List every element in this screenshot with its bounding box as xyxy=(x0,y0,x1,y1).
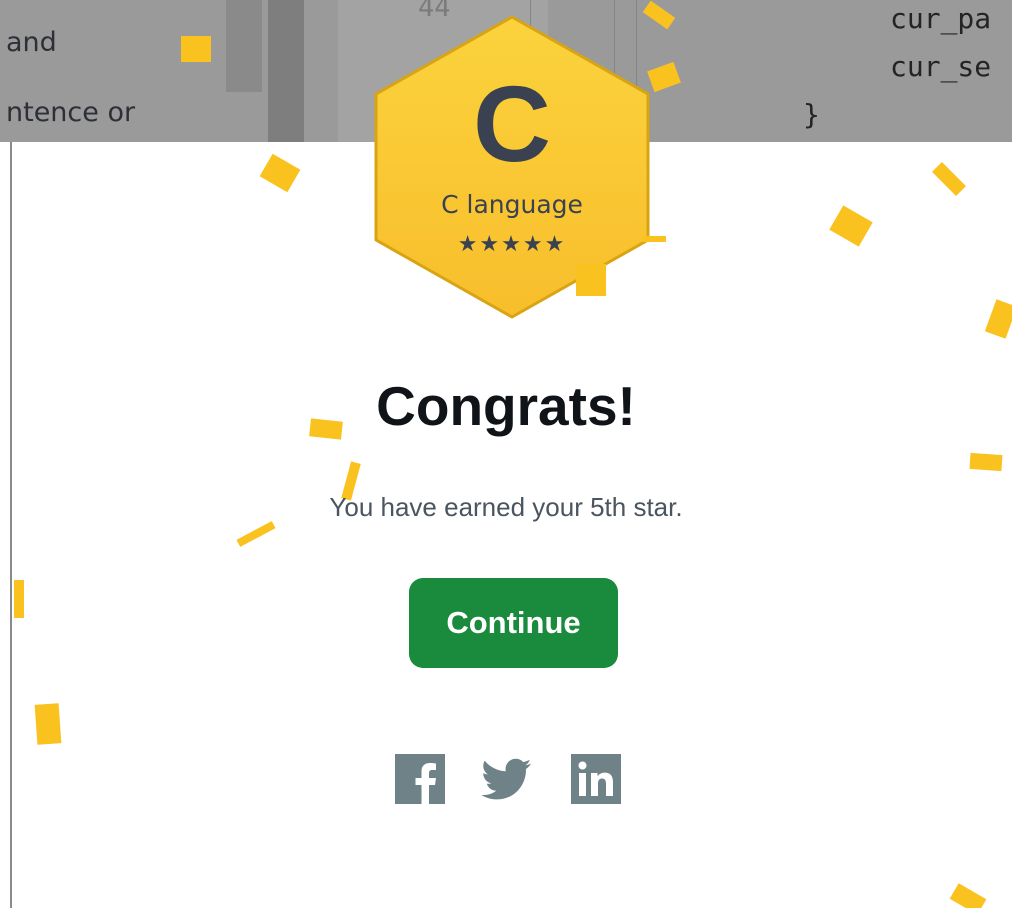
background-panel xyxy=(226,0,262,92)
linkedin-icon xyxy=(571,754,621,804)
badge-letter: C xyxy=(473,63,551,184)
background-code-line: cur_se xyxy=(890,50,992,83)
c-language-badge: C C language ★★★★★ xyxy=(373,14,651,320)
background-text-line: ntence or xyxy=(6,97,136,128)
badge-name: C language xyxy=(441,190,583,219)
confetti-piece xyxy=(34,703,62,745)
congrats-title: Congrats! xyxy=(376,375,636,437)
share-facebook-button[interactable] xyxy=(395,754,445,804)
twitter-icon xyxy=(482,758,532,800)
share-twitter-button[interactable] xyxy=(482,754,532,804)
facebook-icon xyxy=(395,754,445,804)
confetti-piece xyxy=(642,236,666,242)
earned-star-message: You have earned your 5th star. xyxy=(329,492,683,522)
background-text-line: and xyxy=(6,27,57,58)
background-panel xyxy=(268,0,304,142)
share-linkedin-button[interactable] xyxy=(571,754,621,804)
background-code-line: cur_pa xyxy=(890,2,992,35)
background-code-line: } xyxy=(803,98,820,131)
confetti-piece xyxy=(14,580,24,618)
confetti-piece xyxy=(576,264,606,296)
confetti-piece xyxy=(181,36,211,62)
confetti-piece xyxy=(969,452,1003,472)
modal-edge xyxy=(10,142,12,908)
continue-button[interactable]: Continue xyxy=(409,578,618,668)
badge-stars: ★★★★★ xyxy=(457,232,567,257)
